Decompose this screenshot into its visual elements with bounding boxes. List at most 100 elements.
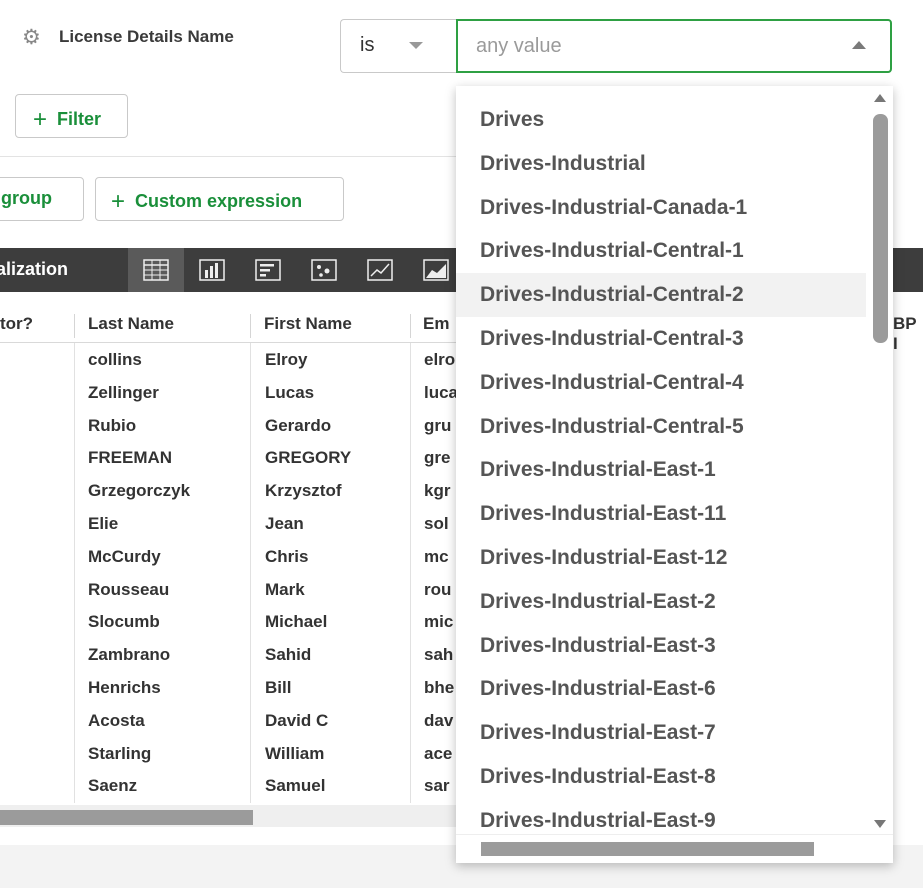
column-header-first-name[interactable]: First Name bbox=[264, 314, 352, 334]
cell-first-name: David C bbox=[265, 711, 329, 730]
dropdown-option[interactable]: Drives-Industrial bbox=[456, 142, 866, 186]
add-filter-label: Filter bbox=[57, 109, 102, 129]
column-divider bbox=[74, 343, 75, 803]
cell-email: sol bbox=[424, 514, 449, 533]
dropdown-option[interactable]: Drives-Industrial-East-12 bbox=[456, 536, 866, 580]
custom-expression-label: Custom expression bbox=[135, 191, 303, 211]
cell-email: ace bbox=[424, 744, 453, 763]
cell-email: kgr bbox=[424, 481, 451, 500]
line-chart-icon[interactable] bbox=[352, 248, 408, 292]
value-placeholder: any value bbox=[476, 35, 562, 57]
cell-last-name: Grzegorczyk bbox=[88, 481, 191, 500]
dropdown-option[interactable]: Drives-Industrial-Central-5 bbox=[456, 405, 866, 449]
cell-email: gru bbox=[424, 416, 452, 435]
column-header-bp[interactable]: BP I bbox=[893, 314, 923, 354]
add-group-label: group bbox=[1, 188, 52, 208]
cell-last-name: Henrichs bbox=[88, 678, 161, 697]
plus-icon: + bbox=[33, 106, 48, 133]
gear-icon[interactable]: ⚙ bbox=[22, 26, 46, 50]
dropdown-option[interactable]: Drives-Industrial-Central-3 bbox=[456, 317, 866, 361]
value-dropdown-list[interactable]: Drives Drives-Industrial Drives-Industrial… bbox=[456, 86, 893, 863]
dropdown-option[interactable]: Drives-Industrial-East-7 bbox=[456, 711, 866, 755]
section-divider bbox=[0, 156, 470, 157]
cell-email: sah bbox=[424, 645, 454, 664]
operator-value: is bbox=[360, 34, 375, 56]
value-combobox[interactable]: any value bbox=[456, 19, 892, 73]
dropdown-option[interactable]: Drives-Industrial-East-2 bbox=[456, 580, 866, 624]
cell-email: rou bbox=[424, 580, 452, 599]
dropdown-horizontal-scrollbar[interactable] bbox=[456, 834, 893, 863]
cell-first-name: Sahid bbox=[265, 645, 312, 664]
scroll-up-icon[interactable] bbox=[874, 94, 886, 102]
dropdown-option[interactable]: Drives-Industrial-East-3 bbox=[456, 624, 866, 668]
cell-first-name: Krzysztof bbox=[265, 481, 342, 500]
chevron-up-icon[interactable] bbox=[852, 41, 866, 49]
cell-first-name: Chris bbox=[265, 547, 309, 566]
cell-last-name: Rousseau bbox=[88, 580, 170, 599]
cell-last-name: Acosta bbox=[88, 711, 145, 730]
cell-last-name: Slocumb bbox=[88, 612, 160, 631]
cell-first-name: William bbox=[265, 744, 325, 763]
scatter-icon[interactable] bbox=[296, 248, 352, 292]
bar-chart-icon[interactable] bbox=[184, 248, 240, 292]
visualization-label: alization bbox=[0, 259, 69, 279]
cell-email: gre bbox=[424, 448, 451, 467]
dropdown-vertical-scrollbar[interactable] bbox=[867, 86, 893, 836]
cell-last-name: Zambrano bbox=[88, 645, 171, 664]
dropdown-option[interactable]: Drives bbox=[456, 98, 866, 142]
cell-last-name: Saenz bbox=[88, 776, 138, 795]
add-group-button[interactable]: group bbox=[0, 177, 84, 221]
add-filter-button[interactable]: + Filter bbox=[15, 94, 128, 138]
cell-last-name: Rubio bbox=[88, 416, 137, 435]
cell-last-name: Elie bbox=[88, 514, 119, 533]
dropdown-option[interactable]: Drives-Industrial-East-8 bbox=[456, 755, 866, 799]
column-header-email[interactable]: Em bbox=[423, 314, 449, 334]
dropdown-option[interactable]: Drives-Industrial-Central-1 bbox=[456, 229, 866, 273]
column-header-creator[interactable]: tor? bbox=[0, 314, 33, 334]
dropdown-scrollbar-thumb[interactable] bbox=[873, 114, 888, 343]
cell-first-name: GREGORY bbox=[265, 448, 352, 467]
operator-select[interactable]: is bbox=[340, 19, 458, 73]
column-list-icon[interactable] bbox=[240, 248, 296, 292]
table-scrollbar-thumb[interactable] bbox=[0, 810, 253, 825]
cell-first-name: Gerardo bbox=[265, 416, 332, 435]
table-icon[interactable] bbox=[128, 248, 184, 292]
column-resize-handle[interactable] bbox=[410, 314, 411, 338]
custom-expression-button[interactable]: + Custom expression bbox=[95, 177, 344, 221]
dropdown-option[interactable]: Drives-Industrial-East-1 bbox=[456, 448, 866, 492]
column-resize-handle[interactable] bbox=[74, 314, 75, 338]
dropdown-option[interactable]: Drives-Industrial-Canada-1 bbox=[456, 186, 866, 230]
cell-first-name: Michael bbox=[265, 612, 328, 631]
cell-email: dav bbox=[424, 711, 454, 730]
cell-email: elro bbox=[424, 350, 456, 369]
cell-email: mc bbox=[424, 547, 449, 566]
scroll-down-icon[interactable] bbox=[874, 820, 886, 828]
cell-last-name: Starling bbox=[88, 744, 152, 763]
cell-first-name: Mark bbox=[265, 580, 305, 599]
dropdown-option[interactable]: Drives-Industrial-Central-2 bbox=[456, 273, 866, 317]
filter-field-label: License Details Name bbox=[59, 27, 234, 46]
dropdown-option[interactable]: Drives-Industrial-East-11 bbox=[456, 492, 866, 536]
cell-last-name: Zellinger bbox=[88, 383, 159, 402]
column-divider bbox=[410, 343, 411, 803]
cell-email: bhe bbox=[424, 678, 455, 697]
cell-email: mic bbox=[424, 612, 454, 631]
column-resize-handle[interactable] bbox=[250, 314, 251, 338]
plus-icon: + bbox=[111, 188, 126, 215]
cell-last-name: collins bbox=[88, 350, 142, 369]
cell-last-name: McCurdy bbox=[88, 547, 161, 566]
cell-first-name: Elroy bbox=[265, 350, 308, 369]
dropdown-option[interactable]: Drives-Industrial-East-6 bbox=[456, 667, 866, 711]
dropdown-h-scrollbar-thumb[interactable] bbox=[481, 842, 814, 856]
cell-email: sar bbox=[424, 776, 450, 795]
chevron-down-icon bbox=[409, 42, 423, 49]
cell-last-name: FREEMAN bbox=[88, 448, 173, 467]
column-divider bbox=[250, 343, 251, 803]
cell-first-name: Jean bbox=[265, 514, 304, 533]
dropdown-option[interactable]: Drives-Industrial-Central-4 bbox=[456, 361, 866, 405]
table-header-divider bbox=[0, 342, 470, 343]
cell-email: luca bbox=[424, 383, 456, 402]
column-header-last-name[interactable]: Last Name bbox=[88, 314, 174, 334]
cell-first-name: Bill bbox=[265, 678, 292, 697]
cell-first-name: Lucas bbox=[265, 383, 315, 402]
